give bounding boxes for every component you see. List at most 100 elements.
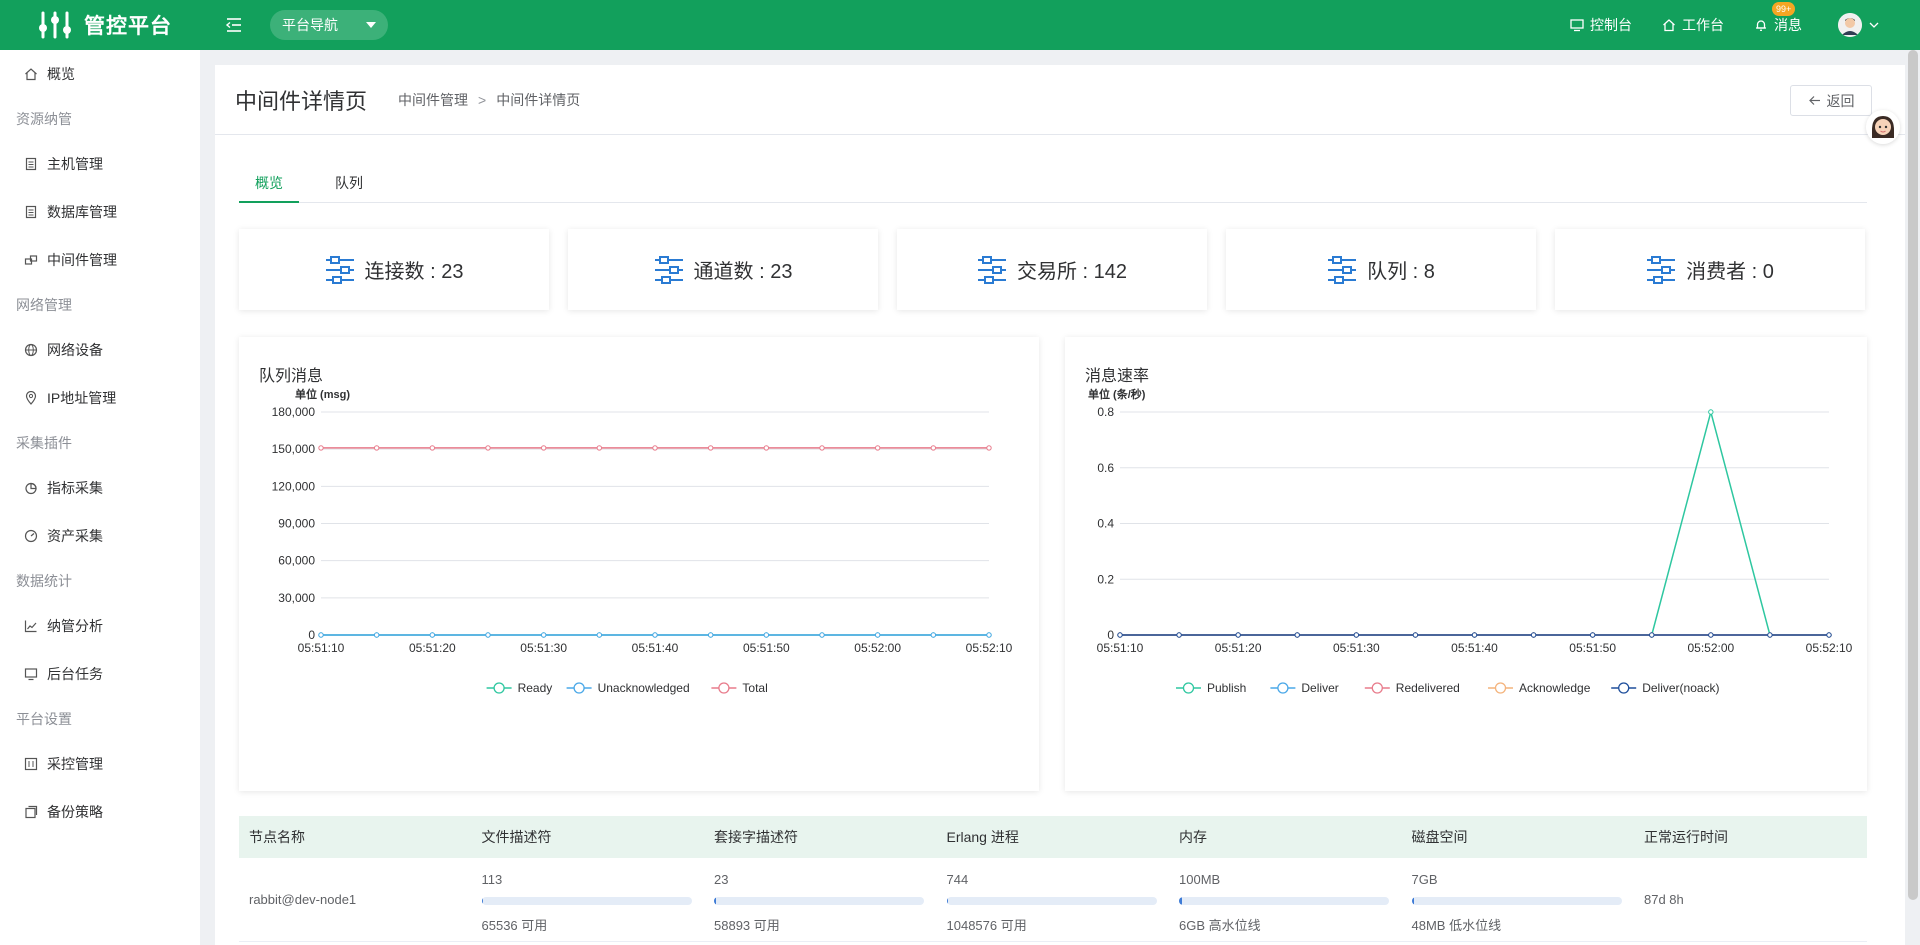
app-title: 管控平台: [84, 15, 172, 38]
page-scrollbar[interactable]: [1908, 50, 1918, 900]
sidebar-item-analysis[interactable]: 纳管分析: [0, 602, 200, 650]
queue-messages-chart: 单位 (msg) 0 30,000 60,000 90,000 120,000 150,00…: [272, 387, 1013, 695]
sidebar-item-assets[interactable]: 资产采集: [0, 512, 200, 560]
x-tick-label: 05:51:30: [1333, 641, 1380, 655]
y-axis-unit-label: 单位 (msg): [295, 387, 350, 401]
data-point: [429, 632, 436, 638]
legend-label: Ready: [518, 681, 553, 695]
sidebar-item-control[interactable]: 采控管理: [0, 740, 200, 788]
breadcrumb: 中间件管理 > 中间件详情页: [398, 90, 580, 110]
memory-cell: 100MB 6GB 高水位线: [1169, 858, 1402, 941]
sidebar-item-label: 采控管理: [47, 756, 103, 772]
sidebar: 概览 资源纳管 主机管理 数据库管理 中间件管理 网络管理 网络设备 IP地址管…: [0, 50, 200, 945]
messages-link[interactable]: 消息 99+: [1754, 2, 1802, 35]
table-header: 节点名称 文件描述符 套接字描述符 Erlang 进程 内存 磁盘空间 正常运行…: [239, 816, 1867, 858]
column-header: 正常运行时间: [1644, 829, 1728, 845]
sidebar-item-label: 网络设备: [47, 342, 103, 358]
used-value: 100MB: [1179, 872, 1221, 887]
x-tick-label: 05:51:10: [298, 641, 345, 655]
usage-progress-bar: [1411, 897, 1622, 905]
legend-item[interactable]: Deliver(noack): [1611, 681, 1720, 695]
tab-queues[interactable]: 队列: [309, 164, 389, 202]
stat-card-connections: 连接数 : 23: [239, 229, 549, 310]
sidebar-item-label: 备份策略: [47, 804, 103, 820]
sidebar-item-backup[interactable]: 备份策略: [0, 788, 200, 836]
tab-overview[interactable]: 概览: [239, 164, 299, 203]
data-point: [763, 445, 770, 451]
sidebar-item-middleware[interactable]: 中间件管理: [0, 236, 200, 284]
console-link[interactable]: 控制台: [1570, 15, 1632, 35]
sidebar-group-network: 网络管理: [16, 297, 72, 313]
data-point: [1412, 632, 1419, 638]
node-name-cell: rabbit@dev-node1: [239, 858, 472, 941]
logo[interactable]: 管控平台: [0, 0, 200, 50]
back-button[interactable]: 返回: [1790, 85, 1872, 116]
legend-item[interactable]: Publish: [1176, 681, 1246, 695]
data-point: [986, 445, 992, 451]
platform-nav-select[interactable]: 平台导航: [270, 10, 388, 40]
legend-item[interactable]: Deliver: [1270, 681, 1339, 695]
legend-item[interactable]: Unacknowledged: [566, 681, 690, 695]
x-tick-label: 05:52:00: [854, 641, 901, 655]
platform-nav-label: 平台导航: [282, 17, 338, 33]
y-tick-label: 0: [308, 628, 315, 642]
column-header: 内存: [1179, 829, 1207, 845]
tab-bar: 概览 队列: [239, 164, 1867, 203]
stat-card-queues: 队列 : 8: [1226, 229, 1536, 310]
usage-progress-fill: [1179, 897, 1183, 905]
page-header: 中间件详情页 中间件管理 > 中间件详情页: [215, 65, 1905, 135]
pie-chart-icon: [25, 482, 37, 495]
breadcrumb-middleware[interactable]: 中间件管理: [398, 90, 468, 110]
sliders-icon: [654, 255, 683, 284]
sidebar-group-stats: 数据统计: [16, 573, 72, 589]
data-point: [1235, 632, 1241, 638]
legend-item[interactable]: Total: [711, 681, 768, 695]
usage-progress-fill: [946, 897, 949, 905]
column-header: 磁盘空间: [1411, 829, 1468, 845]
assistant-avatar[interactable]: [1866, 110, 1900, 144]
column-header: 节点名称: [249, 829, 305, 845]
y-tick-label: 30,000: [278, 591, 315, 605]
user-menu[interactable]: [1838, 13, 1880, 37]
legend-item[interactable]: Ready: [486, 681, 553, 695]
data-point: [1826, 632, 1832, 638]
menu-collapse-icon[interactable]: [224, 15, 244, 35]
legend-label: Unacknowledged: [598, 681, 690, 695]
y-tick-label: 120,000: [272, 479, 316, 493]
consumers-count: 消费者 : 0: [1686, 261, 1774, 283]
sidebar-item-metrics[interactable]: 指标采集: [0, 464, 200, 512]
y-tick-label: 0.6: [1097, 461, 1114, 475]
sidebar-item-background-tasks[interactable]: 后台任务: [0, 650, 200, 698]
data-point: [1117, 632, 1123, 638]
x-tick-label: 05:51:50: [743, 641, 790, 655]
data-point: [930, 632, 937, 638]
sidebar-item-databases[interactable]: 数据库管理: [0, 188, 200, 236]
used-value: 23: [714, 872, 729, 887]
user-avatar: [1838, 13, 1862, 37]
sidebar-group-settings: 平台设置: [16, 711, 72, 727]
sidebar-group-collect: 采集插件: [16, 435, 72, 451]
usage-progress-bar: [946, 897, 1157, 905]
main-content: 中间件详情页 中间件管理 > 中间件详情页 返回 概览 队列 连接数 : 23 …: [215, 65, 1905, 945]
sidebar-item-ip-management[interactable]: IP地址管理: [0, 374, 200, 422]
data-point: [874, 632, 881, 638]
data-point: [1176, 632, 1182, 638]
data-point: [1767, 632, 1773, 638]
y-tick-label: 60,000: [278, 554, 315, 568]
sidebar-item-overview[interactable]: 概览: [0, 50, 200, 98]
data-point: [1353, 632, 1360, 638]
sidebar-item-hosts[interactable]: 主机管理: [0, 140, 200, 188]
data-point: [373, 445, 380, 451]
x-tick-label: 05:51:10: [1097, 641, 1144, 655]
data-point: [1589, 632, 1596, 638]
usage-progress-fill: [481, 897, 484, 905]
legend-item[interactable]: Redelivered: [1364, 681, 1460, 695]
used-value: 113: [481, 872, 503, 887]
sidebar-item-network-devices[interactable]: 网络设备: [0, 326, 200, 374]
legend-item[interactable]: Acknowledge: [1488, 681, 1591, 695]
workbench-link[interactable]: 工作台: [1662, 15, 1724, 35]
available-value: 1048576 可用: [946, 918, 1027, 933]
x-tick-label: 05:51:30: [520, 641, 567, 655]
usage-progress-bar: [1179, 897, 1389, 905]
location-pin-icon: [25, 391, 37, 405]
